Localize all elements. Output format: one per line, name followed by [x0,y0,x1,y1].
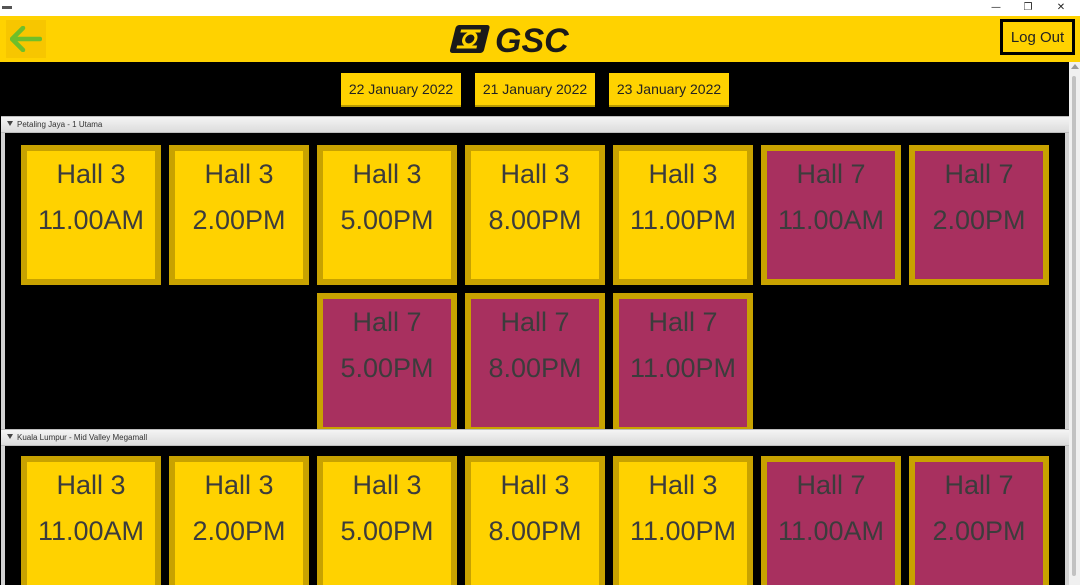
close-button[interactable]: ✕ [1046,0,1076,16]
time-label: 11.00AM [777,205,885,235]
scroll-up-arrow-icon[interactable] [1071,64,1079,69]
showtime-tile[interactable]: Hall 7 5.00PM [317,293,457,433]
time-label: 11.00AM [37,205,145,235]
hall-label: Hall 7 [796,470,866,500]
showtime-grid: Hall 3 11.00AM Hall 3 2.00PM Hall 3 5.00PM … [1,446,1069,585]
showtime-tile[interactable]: Hall 3 8.00PM [465,145,605,285]
app-header: GSC Log Out [0,16,1080,62]
hall-label: Hall 3 [56,470,126,500]
hall-label: Hall 3 [56,159,126,189]
date-button[interactable]: 23 January 2022 [609,73,729,107]
section-edge [1,133,5,429]
time-label: 2.00PM [932,516,1026,546]
hall-label: Hall 3 [500,470,570,500]
time-label: 11.00AM [37,516,145,546]
logout-button[interactable]: Log Out [1000,19,1075,55]
restore-button[interactable]: ❐ [1013,0,1043,16]
back-button[interactable] [6,20,46,58]
showtime-tile[interactable]: Hall 3 2.00PM [169,456,309,585]
cinema-name: Kuala Lumpur - Mid Valley Megamall [17,433,148,442]
window-title-bar: — ❐ ✕ [0,0,1080,16]
showtime-tile[interactable]: Hall 3 5.00PM [317,145,457,285]
cinema-name: Petaling Jaya - 1 Utama [17,120,103,129]
logo-text: GSC [495,22,569,56]
hall-label: Hall 3 [352,159,422,189]
time-label: 11.00PM [629,205,737,235]
hall-label: Hall 7 [648,307,718,337]
hall-label: Hall 3 [648,159,718,189]
vertical-scrollbar[interactable] [1069,62,1080,585]
showtime-tile[interactable]: Hall 3 11.00PM [613,456,753,585]
app-icon [2,6,12,9]
hall-label: Hall 7 [944,159,1014,189]
hall-label: Hall 3 [352,470,422,500]
hall-label: Hall 3 [204,470,274,500]
showtime-tile[interactable]: Hall 3 8.00PM [465,456,605,585]
cinema-section-header[interactable]: Petaling Jaya - 1 Utama [1,116,1069,133]
showtime-tile[interactable]: Hall 7 11.00PM [613,293,753,433]
time-label: 8.00PM [488,516,582,546]
time-label: 8.00PM [488,353,582,383]
showtime-tile[interactable]: Hall 3 11.00PM [613,145,753,285]
time-label: 2.00PM [192,205,286,235]
hall-label: Hall 7 [352,307,422,337]
showtime-tile[interactable]: Hall 3 11.00AM [21,145,161,285]
showtime-grid: Hall 3 11.00AM Hall 3 2.00PM Hall 3 5.00PM … [1,133,1069,433]
time-label: 5.00PM [340,205,434,235]
gsc-logo: GSC [449,22,569,56]
main-content: 22 January 2022 21 January 2022 23 Janua… [1,62,1069,585]
back-arrow-icon [10,26,42,52]
showtime-tile[interactable]: Hall 7 11.00AM [761,456,901,585]
showtime-tile[interactable]: Hall 3 2.00PM [169,145,309,285]
date-button[interactable]: 21 January 2022 [475,73,595,107]
time-label: 11.00PM [629,353,737,383]
section-edge [1,446,5,585]
date-selector: 22 January 2022 21 January 2022 23 Janua… [1,62,1069,116]
time-label: 2.00PM [192,516,286,546]
showtime-tile[interactable]: Hall 7 2.00PM [909,456,1049,585]
cinema-section-header[interactable]: Kuala Lumpur - Mid Valley Megamall [1,429,1069,446]
hall-label: Hall 7 [796,159,866,189]
time-label: 11.00AM [777,516,885,546]
showtime-tile[interactable]: Hall 7 2.00PM [909,145,1049,285]
minimize-button[interactable]: — [981,0,1011,16]
time-label: 2.00PM [932,205,1026,235]
date-button[interactable]: 22 January 2022 [341,73,461,107]
showtime-tile[interactable]: Hall 3 11.00AM [21,456,161,585]
time-label: 5.00PM [340,353,434,383]
hall-label: Hall 3 [500,159,570,189]
showtime-tile[interactable]: Hall 3 5.00PM [317,456,457,585]
time-label: 8.00PM [488,205,582,235]
showtime-tile[interactable]: Hall 7 11.00AM [761,145,901,285]
hall-label: Hall 7 [500,307,570,337]
hall-label: Hall 7 [944,470,1014,500]
hall-label: Hall 3 [648,470,718,500]
scrollbar-thumb[interactable] [1072,76,1076,576]
collapse-triangle-icon [7,121,13,127]
hall-label: Hall 3 [204,159,274,189]
collapse-triangle-icon [7,434,13,440]
time-label: 11.00PM [629,516,737,546]
time-label: 5.00PM [340,516,434,546]
showtime-tile[interactable]: Hall 7 8.00PM [465,293,605,433]
